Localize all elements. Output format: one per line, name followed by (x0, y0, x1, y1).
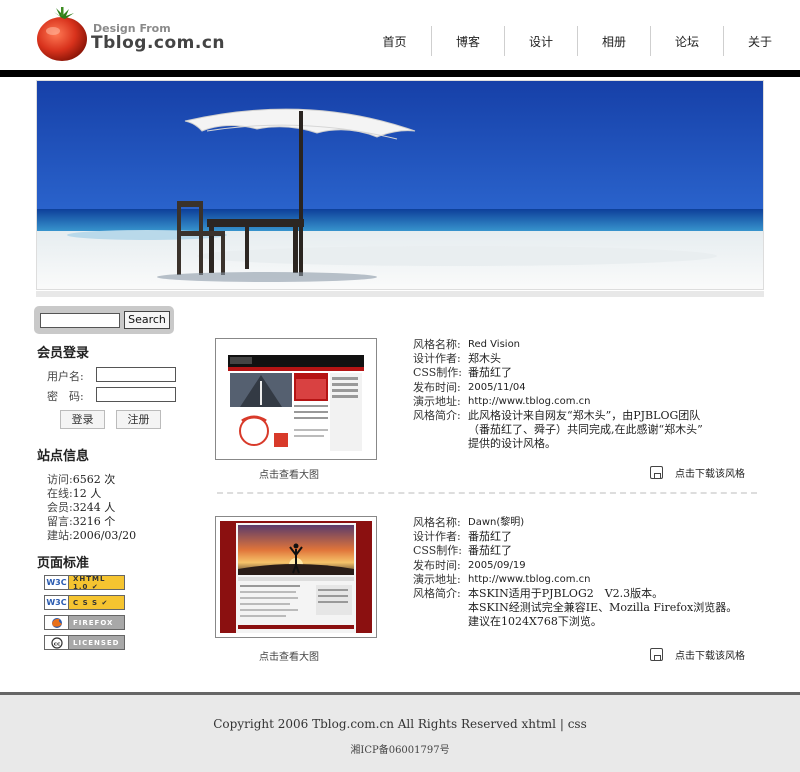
search-input[interactable] (40, 313, 120, 328)
skin-info-red-vision: 风格名称: Red Vision 设计作者: 郑木头 CSS制作: 番茄红了 发布时间… (413, 338, 748, 452)
firefox-icon (45, 616, 69, 629)
site-footer: Copyright 2006 Tblog.com.cn All Rights R… (0, 695, 800, 772)
icp-license-text[interactable]: 湘ICP备06001797号 (0, 741, 800, 756)
floppy-disk-icon (650, 466, 663, 479)
nav-item-design[interactable]: 设计 (504, 26, 577, 56)
release-date-label: 发布时间: (413, 380, 461, 394)
w3c-icon: W3C (45, 596, 69, 609)
designer: 郑木头 (468, 352, 501, 366)
standards-title: 页面标准 (37, 556, 90, 571)
stat-founded: 建站:2006/03/20 (47, 527, 136, 543)
nav-item-forum[interactable]: 论坛 (650, 26, 723, 56)
skin-name-label: 风格名称: (413, 338, 461, 351)
floppy-disk-icon (650, 648, 663, 661)
tomato-logo-icon[interactable] (36, 6, 88, 62)
skin-intro: 本SKIN适用于PJBLOG2 V2.3版本。 本SKIN经测试完全兼容IE、M… (468, 587, 748, 630)
firefox-badge[interactable]: FIREFOX (44, 615, 125, 630)
username-label: 用户名: (47, 370, 84, 383)
banner-bottom-strip (36, 291, 764, 297)
designer: 番茄红了 (468, 530, 512, 544)
password-field[interactable] (96, 387, 176, 402)
view-large-image-link[interactable]: 点击查看大图 (259, 648, 319, 663)
intro-label: 风格简介: (413, 409, 461, 423)
demo-url-label: 演示地址: (413, 394, 461, 408)
username-field[interactable] (96, 367, 176, 382)
view-large-image-link[interactable]: 点击查看大图 (259, 466, 319, 481)
release-date: 2005/09/19 (468, 559, 526, 571)
stat-value: 2006/03/20 (72, 529, 137, 542)
skin-intro: 此风格设计来自网友“郑木头”，由PJBLOG团队 （番茄红了、舜子）共同完成,在… (468, 409, 748, 452)
demo-url[interactable]: http://www.tblog.com.cn (468, 573, 591, 587)
beach-banner-image (36, 80, 764, 290)
css-author-label: CSS制作: (413, 366, 463, 380)
demo-url[interactable]: http://www.tblog.com.cn (468, 395, 591, 409)
skin-name: Dawn(黎明) (468, 517, 525, 528)
designer-label: 设计作者: (413, 352, 461, 366)
demo-url-label: 演示地址: (413, 572, 461, 586)
site-info-title: 站点信息 (37, 449, 90, 464)
badge-label: FIREFOX (69, 616, 124, 629)
search-box: Search (34, 306, 174, 334)
skin-name: Red Vision (468, 339, 521, 350)
download-skin-button[interactable]: 点击下载该风格 (650, 647, 745, 662)
intro-line: 本SKIN经测试完全兼容IE、Mozilla Firefox浏览器。 (468, 601, 738, 615)
download-label: 点击下载该风格 (675, 651, 745, 662)
copyright-text: Copyright 2006 Tblog.com.cn All Rights R… (213, 717, 587, 731)
creative-commons-icon: cc (45, 636, 69, 649)
release-date-label: 发布时间: (413, 558, 461, 572)
main-nav: 首页 博客 设计 相册 论坛 关于 (358, 26, 796, 56)
nav-item-home[interactable]: 首页 (358, 26, 431, 56)
w3c-icon: W3C (45, 576, 69, 589)
nav-item-blog[interactable]: 博客 (431, 26, 504, 56)
badge-label: XHTML 1.0 ✔ (69, 575, 124, 591)
header-divider (0, 70, 800, 77)
skin-thumbnail-dawn[interactable] (215, 516, 377, 638)
site-header: Design From Tblog.com.cn 首页 博客 设计 相册 论坛 … (0, 0, 800, 70)
stat-label: 建站: (47, 529, 73, 542)
search-button[interactable]: Search (124, 311, 170, 329)
download-label: 点击下载该风格 (675, 469, 745, 480)
download-skin-button[interactable]: 点击下载该风格 (650, 465, 745, 480)
svg-text:cc: cc (53, 641, 60, 647)
css-badge[interactable]: W3C C S S ✔ (44, 595, 125, 610)
skin-info-dawn: 风格名称: Dawn(黎明) 设计作者: 番茄红了 CSS制作: 番茄红了 发布时间:… (413, 516, 748, 630)
nav-item-about[interactable]: 关于 (723, 26, 796, 56)
css-author: 番茄红了 (468, 544, 512, 558)
css-author: 番茄红了 (468, 366, 512, 380)
password-label: 密 码: (47, 390, 84, 403)
css-author-label: CSS制作: (413, 544, 463, 558)
register-button[interactable]: 注册 (116, 410, 161, 429)
logo-title[interactable]: Tblog.com.cn (91, 33, 225, 53)
designer-label: 设计作者: (413, 530, 461, 544)
release-date: 2005/11/04 (468, 381, 526, 393)
login-button[interactable]: 登录 (60, 410, 105, 429)
intro-label: 风格简介: (413, 587, 461, 601)
skin-thumbnail-red-vision[interactable] (215, 338, 377, 460)
badge-label: C S S ✔ (69, 596, 124, 609)
entry-divider (217, 492, 757, 494)
badge-label: LICENSED (69, 636, 124, 649)
cc-licensed-badge[interactable]: cc LICENSED (44, 635, 125, 650)
xhtml-badge[interactable]: W3C XHTML 1.0 ✔ (44, 575, 125, 591)
intro-line: 此风格设计来自网友“郑木头”，由PJBLOG团队 (468, 409, 701, 423)
login-title: 会员登录 (37, 346, 90, 361)
intro-line: 本SKIN适用于PJBLOG2 V2.3版本。 (468, 587, 664, 601)
intro-line: 提供的设计风格。 (468, 437, 556, 451)
nav-item-album[interactable]: 相册 (577, 26, 650, 56)
intro-line: 建议在1024X768下浏览。 (468, 615, 602, 629)
intro-line: （番茄红了、舜子）共同完成,在此感谢“郑木头” (468, 423, 703, 437)
skin-name-label: 风格名称: (413, 516, 461, 529)
